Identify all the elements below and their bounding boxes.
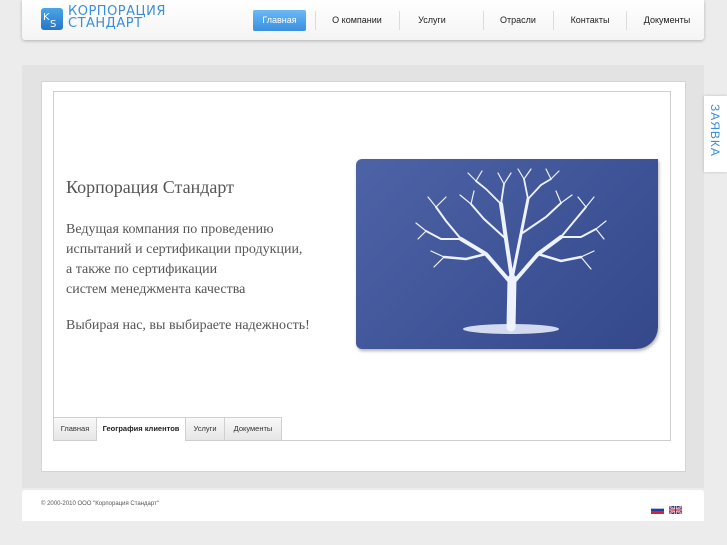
- nav-divider: [483, 11, 484, 30]
- slide-description: Ведущая компания по проведению испытаний…: [66, 220, 302, 300]
- russian-flag-icon[interactable]: [651, 506, 664, 514]
- slide-title: Корпорация Стандарт: [66, 177, 235, 197]
- logo-line2: СТАНДАРТ: [68, 16, 143, 31]
- nav-divider: [626, 11, 627, 30]
- nav-item-contacts[interactable]: Контакты: [559, 10, 621, 31]
- nav-item-documents[interactable]: Документы: [634, 10, 700, 31]
- slide-desc-line: испытаний и сертификации продукции,: [66, 242, 303, 257]
- nav-divider: [399, 11, 400, 30]
- tree-image: [356, 159, 658, 349]
- slide-desc-line: а также по сертификации: [66, 262, 218, 277]
- tab-services[interactable]: Услуги: [186, 417, 225, 440]
- slide-motto: Выбирая нас, вы выбираете надежность!: [66, 318, 310, 333]
- application-side-tab[interactable]: ЗАЯВКА: [704, 96, 727, 172]
- nav-item-industries[interactable]: Отрасли: [490, 10, 546, 31]
- nav-item-home[interactable]: Главная: [253, 10, 306, 31]
- tab-client-geography[interactable]: География клиентов: [97, 417, 186, 441]
- slider: Корпорация Стандарт Ведущая компания по …: [53, 91, 671, 441]
- logo-ks-icon: K S: [41, 8, 63, 30]
- copyright: © 2000-2010 ООО "Корпорация Стандарт": [41, 501, 159, 507]
- svg-text:S: S: [50, 19, 56, 30]
- nav-divider: [315, 11, 316, 30]
- nav-divider: [553, 11, 554, 30]
- logo[interactable]: K S КОРПОРАЦИЯ СТАНДАРТ: [41, 5, 165, 34]
- svg-text:K: K: [43, 12, 50, 23]
- tab-documents[interactable]: Документы: [225, 417, 282, 440]
- nav-item-services[interactable]: Услуги: [405, 10, 459, 31]
- tab-home[interactable]: Главная: [54, 417, 97, 440]
- footer: © 2000-2010 ООО "Корпорация Стандарт": [22, 490, 704, 521]
- header-bar: K S КОРПОРАЦИЯ СТАНДАРТ Главная О компан…: [22, 0, 704, 40]
- slide-desc-line: систем менеджмента качества: [66, 282, 246, 297]
- english-flag-icon[interactable]: [669, 506, 682, 514]
- side-tab-label: ЗАЯВКА: [708, 104, 722, 157]
- slide-desc-line: Ведущая компания по проведению: [66, 222, 274, 237]
- nav-item-about[interactable]: О компании: [323, 10, 391, 31]
- logo-text: КОРПОРАЦИЯ СТАНДАРТ: [68, 5, 166, 31]
- tree-icon: [415, 168, 607, 334]
